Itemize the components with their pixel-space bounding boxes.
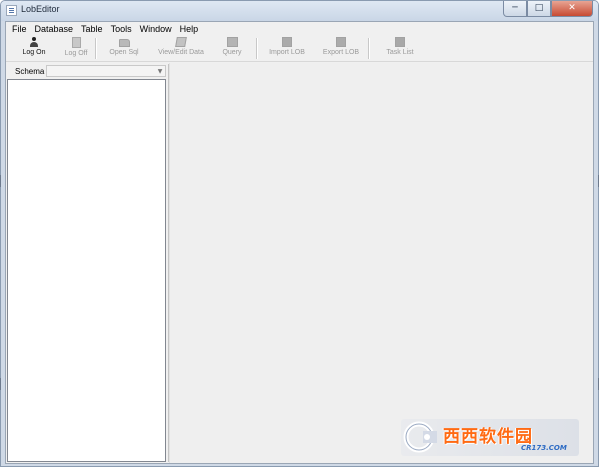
app-window: LobEditor ─ □ ✕ File Database Table Tool…	[0, 0, 599, 467]
log-on-button[interactable]: Log On	[16, 37, 52, 61]
export-icon	[336, 37, 346, 47]
chevron-down-icon[interactable]: ▼	[155, 66, 165, 76]
window-title: LobEditor	[21, 4, 60, 14]
folder-icon	[118, 39, 130, 47]
watermark-brand: 西西软件园	[443, 427, 533, 447]
open-sql-label: Open Sql	[109, 49, 139, 56]
query-icon	[226, 37, 238, 47]
app-icon	[6, 5, 17, 16]
maximize-button[interactable]: □	[527, 1, 551, 17]
log-off-button[interactable]: Log Off	[58, 37, 94, 61]
window-edge-mark	[0, 175, 1, 187]
window-controls: ─ □ ✕	[503, 1, 593, 17]
toolbar-separator	[256, 38, 257, 59]
window-edge-mark	[0, 378, 1, 390]
menu-help[interactable]: Help	[176, 22, 203, 36]
export-lob-button[interactable]: Export LOB	[318, 37, 364, 61]
minimize-button[interactable]: ─	[503, 1, 527, 17]
watermark: 西西软件园 CR173.COM	[401, 419, 579, 456]
export-lob-label: Export LOB	[322, 49, 360, 56]
menu-bar: File Database Table Tools Window Help	[6, 22, 593, 36]
log-off-label: Log Off	[64, 50, 88, 57]
toolbar-separator	[95, 38, 96, 59]
menu-file[interactable]: File	[8, 22, 31, 36]
mdi-workspace	[169, 63, 593, 463]
task-list-label: Task List	[386, 49, 414, 56]
watermark-url: CR173.COM	[521, 444, 567, 452]
task-list-button[interactable]: Task List	[380, 37, 420, 61]
menu-window[interactable]: Window	[136, 22, 176, 36]
import-icon	[282, 37, 292, 47]
document-lock-icon	[71, 37, 81, 48]
import-lob-label: Import LOB	[269, 49, 305, 56]
schema-bar: Schema ▼	[6, 64, 168, 78]
schema-label: Schema	[15, 67, 45, 76]
schema-dropdown[interactable]: ▼	[46, 65, 166, 77]
task-list-icon	[395, 37, 405, 47]
view-edit-data-label: View/Edit Data	[158, 49, 204, 56]
query-label: Query	[222, 49, 242, 56]
menu-table[interactable]: Table	[77, 22, 107, 36]
query-button[interactable]: Query	[216, 37, 248, 61]
title-bar[interactable]: LobEditor ─ □ ✕	[1, 1, 598, 21]
watermark-logo-icon	[403, 421, 437, 453]
toolbar: Log On Log Off Open Sql View/Edit Data Q…	[6, 36, 593, 62]
client-area: File Database Table Tools Window Help Lo…	[5, 21, 594, 464]
open-sql-button[interactable]: Open Sql	[104, 37, 144, 61]
schema-tree-panel[interactable]	[7, 79, 166, 462]
log-on-label: Log On	[22, 49, 46, 56]
menu-tools[interactable]: Tools	[107, 22, 136, 36]
edit-icon	[175, 37, 187, 47]
close-button[interactable]: ✕	[551, 1, 593, 17]
menu-database[interactable]: Database	[31, 22, 78, 36]
toolbar-separator	[368, 38, 369, 59]
import-lob-button[interactable]: Import LOB	[264, 37, 310, 61]
view-edit-data-button[interactable]: View/Edit Data	[150, 37, 212, 61]
person-icon	[29, 37, 39, 47]
